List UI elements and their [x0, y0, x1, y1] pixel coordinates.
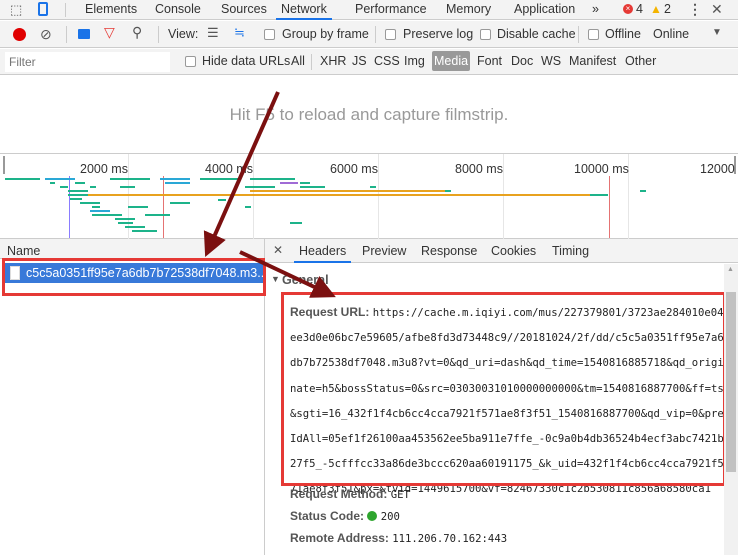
arrow-to-request [203, 91, 280, 257]
arrow-to-url [239, 250, 336, 298]
annotation-arrows [203, 91, 336, 298]
